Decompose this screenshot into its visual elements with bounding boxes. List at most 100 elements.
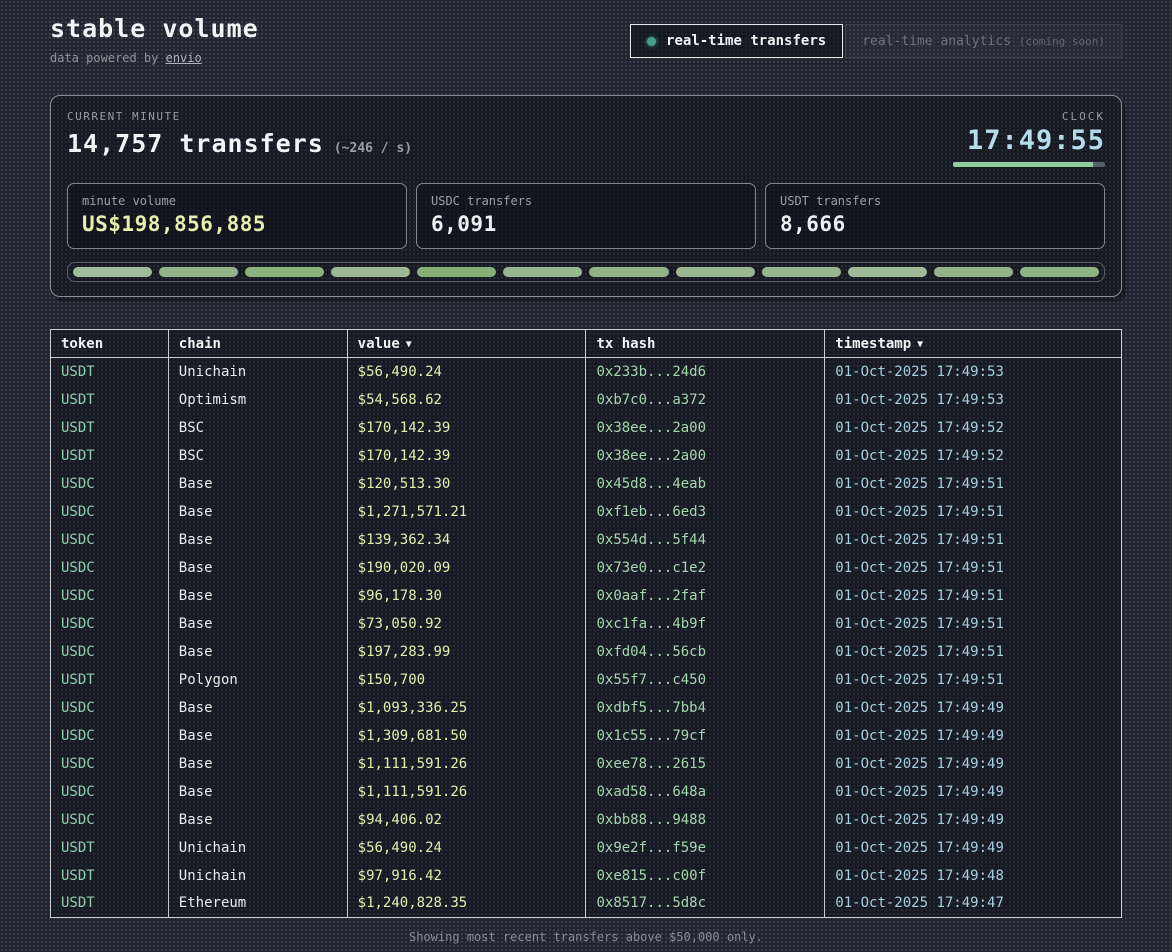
cell-chain: Polygon — [168, 666, 347, 694]
card-label: USDC transfers — [431, 194, 741, 208]
cell-chain: Base — [168, 722, 347, 750]
table-row: USDTUnichain$97,916.420xe815...c00f01-Oc… — [51, 862, 1122, 890]
cell-value: $170,142.39 — [347, 414, 586, 442]
table-row: USDCBase$1,111,591.260xad58...648a01-Oct… — [51, 778, 1122, 806]
cell-tx-hash[interactable]: 0x9e2f...f59e — [586, 834, 825, 862]
cell-chain: Base — [168, 470, 347, 498]
cell-tx-hash[interactable]: 0x45d8...4eab — [586, 470, 825, 498]
cell-token: USDC — [51, 722, 169, 750]
transfers-table: token chain value▼ tx hash timestamp▼ US… — [50, 329, 1122, 918]
table-row: USDCBase$1,111,591.260xee78...261501-Oct… — [51, 750, 1122, 778]
card-minute-volume: minute volume US$198,856,885 — [67, 183, 407, 249]
cell-tx-hash[interactable]: 0x38ee...2a00 — [586, 414, 825, 442]
cell-value: $94,406.02 — [347, 806, 586, 834]
cell-tx-hash[interactable]: 0x0aaf...2faf — [586, 582, 825, 610]
clock-box: CLOCK 17:49:55 — [953, 110, 1105, 167]
cell-tx-hash[interactable]: 0xc1fa...4b9f — [586, 610, 825, 638]
subtitle-text: data powered by — [50, 51, 158, 65]
cell-tx-hash[interactable]: 0x8517...5d8c — [586, 890, 825, 918]
cell-timestamp: 01-Oct-2025 17:49:51 — [825, 526, 1122, 554]
volume-segment — [848, 267, 927, 277]
cell-tx-hash[interactable]: 0x554d...5f44 — [586, 526, 825, 554]
tab-bar: real-time transfers real-time analytics … — [630, 24, 1122, 58]
coming-soon-badge: (coming soon) — [1019, 35, 1105, 48]
cell-value: $97,916.42 — [347, 862, 586, 890]
current-minute-panel: CURRENT MINUTE 14,757 transfers (~246 / … — [50, 95, 1122, 297]
cell-timestamp: 01-Oct-2025 17:49:49 — [825, 778, 1122, 806]
cell-timestamp: 01-Oct-2025 17:49:49 — [825, 750, 1122, 778]
table-row: USDTBSC$170,142.390x38ee...2a0001-Oct-20… — [51, 414, 1122, 442]
column-header-value[interactable]: value▼ — [347, 330, 586, 358]
cell-timestamp: 01-Oct-2025 17:49:51 — [825, 498, 1122, 526]
cell-token: USDC — [51, 806, 169, 834]
cell-tx-hash[interactable]: 0xe815...c00f — [586, 862, 825, 890]
cell-tx-hash[interactable]: 0x1c55...79cf — [586, 722, 825, 750]
cell-value: $1,271,571.21 — [347, 498, 586, 526]
cell-tx-hash[interactable]: 0xbb88...9488 — [586, 806, 825, 834]
table-row: USDCBase$190,020.090x73e0...c1e201-Oct-2… — [51, 554, 1122, 582]
cell-tx-hash[interactable]: 0x55f7...c450 — [586, 666, 825, 694]
page: stable volume data powered by envio real… — [0, 0, 1172, 944]
tab-real-time-transfers[interactable]: real-time transfers — [630, 24, 843, 58]
cell-token: USDC — [51, 526, 169, 554]
cell-token: USDC — [51, 554, 169, 582]
cell-token: USDC — [51, 694, 169, 722]
cell-tx-hash[interactable]: 0x73e0...c1e2 — [586, 554, 825, 582]
topbar: stable volume data powered by envio real… — [50, 14, 1122, 65]
page-title: stable volume — [50, 14, 259, 43]
cell-chain: Base — [168, 638, 347, 666]
cell-chain: Base — [168, 610, 347, 638]
card-value: 6,091 — [431, 212, 741, 236]
table-row: USDCBase$139,362.340x554d...5f4401-Oct-2… — [51, 526, 1122, 554]
cell-chain: Base — [168, 750, 347, 778]
cell-chain: Ethereum — [168, 890, 347, 918]
cell-value: $190,020.09 — [347, 554, 586, 582]
cell-tx-hash[interactable]: 0xb7c0...a372 — [586, 386, 825, 414]
cell-value: $56,490.24 — [347, 358, 586, 386]
cell-timestamp: 01-Oct-2025 17:49:51 — [825, 582, 1122, 610]
cell-tx-hash[interactable]: 0xad58...648a — [586, 778, 825, 806]
card-value: US$198,856,885 — [82, 212, 392, 236]
cell-timestamp: 01-Oct-2025 17:49:51 — [825, 638, 1122, 666]
cell-tx-hash[interactable]: 0xfd04...56cb — [586, 638, 825, 666]
cell-tx-hash[interactable]: 0xdbf5...7bb4 — [586, 694, 825, 722]
live-dot-icon — [647, 37, 656, 46]
card-label: USDT transfers — [780, 194, 1090, 208]
cell-timestamp: 01-Oct-2025 17:49:52 — [825, 414, 1122, 442]
column-header-chain: chain — [168, 330, 347, 358]
table-row: USDCBase$73,050.920xc1fa...4b9f01-Oct-20… — [51, 610, 1122, 638]
cell-token: USDT — [51, 442, 169, 470]
cell-chain: Unichain — [168, 358, 347, 386]
cell-timestamp: 01-Oct-2025 17:49:51 — [825, 666, 1122, 694]
cell-token: USDC — [51, 470, 169, 498]
volume-segment — [417, 267, 496, 277]
table-row: USDCBase$96,178.300x0aaf...2faf01-Oct-20… — [51, 582, 1122, 610]
volume-segment — [503, 267, 582, 277]
column-header-timestamp[interactable]: timestamp▼ — [825, 330, 1122, 358]
cell-value: $120,513.30 — [347, 470, 586, 498]
cell-token: USDT — [51, 890, 169, 918]
table-row: USDTUnichain$56,490.240x9e2f...f59e01-Oc… — [51, 834, 1122, 862]
cell-token: USDC — [51, 610, 169, 638]
cell-value: $56,490.24 — [347, 834, 586, 862]
cell-value: $1,093,336.25 — [347, 694, 586, 722]
cell-tx-hash[interactable]: 0xf1eb...6ed3 — [586, 498, 825, 526]
tab-real-time-analytics[interactable]: real-time analytics (coming soon) — [845, 24, 1122, 58]
table-row: USDCBase$1,093,336.250xdbf5...7bb401-Oct… — [51, 694, 1122, 722]
envio-link[interactable]: envio — [166, 51, 202, 65]
cell-value: $1,309,681.50 — [347, 722, 586, 750]
cell-chain: Unichain — [168, 834, 347, 862]
cell-token: USDC — [51, 750, 169, 778]
cell-token: USDC — [51, 498, 169, 526]
cell-timestamp: 01-Oct-2025 17:49:49 — [825, 722, 1122, 750]
cell-tx-hash[interactable]: 0x38ee...2a00 — [586, 442, 825, 470]
cell-timestamp: 01-Oct-2025 17:49:47 — [825, 890, 1122, 918]
clock-progress — [953, 162, 1105, 167]
cell-chain: Base — [168, 778, 347, 806]
cell-tx-hash[interactable]: 0x233b...24d6 — [586, 358, 825, 386]
cell-chain: Base — [168, 694, 347, 722]
cell-token: USDT — [51, 358, 169, 386]
table-row: USDCBase$1,309,681.500x1c55...79cf01-Oct… — [51, 722, 1122, 750]
volume-segment — [331, 267, 410, 277]
cell-tx-hash[interactable]: 0xee78...2615 — [586, 750, 825, 778]
